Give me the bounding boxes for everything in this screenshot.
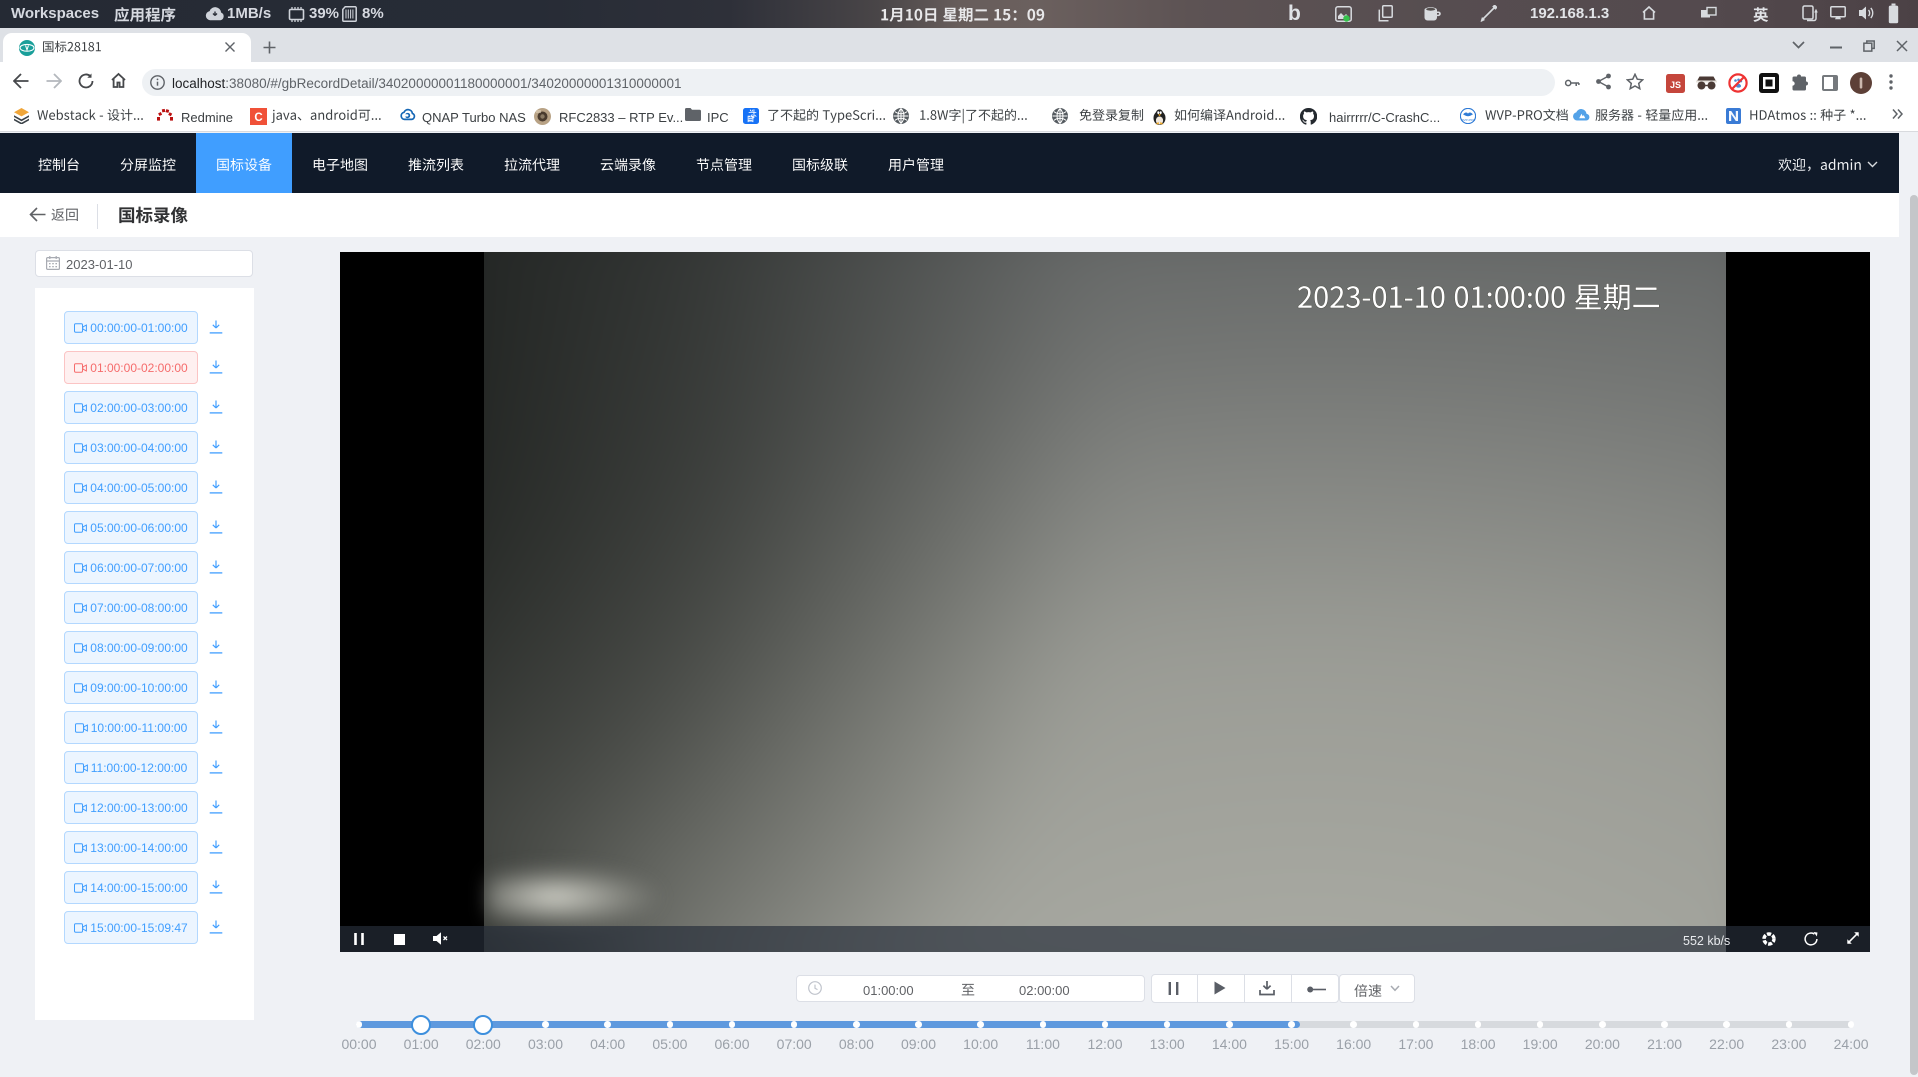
svg-text:WVP-PRO: WVP-PRO bbox=[1461, 118, 1476, 122]
svg-text:JS: JS bbox=[1670, 80, 1681, 90]
svg-text:C: C bbox=[254, 112, 262, 124]
